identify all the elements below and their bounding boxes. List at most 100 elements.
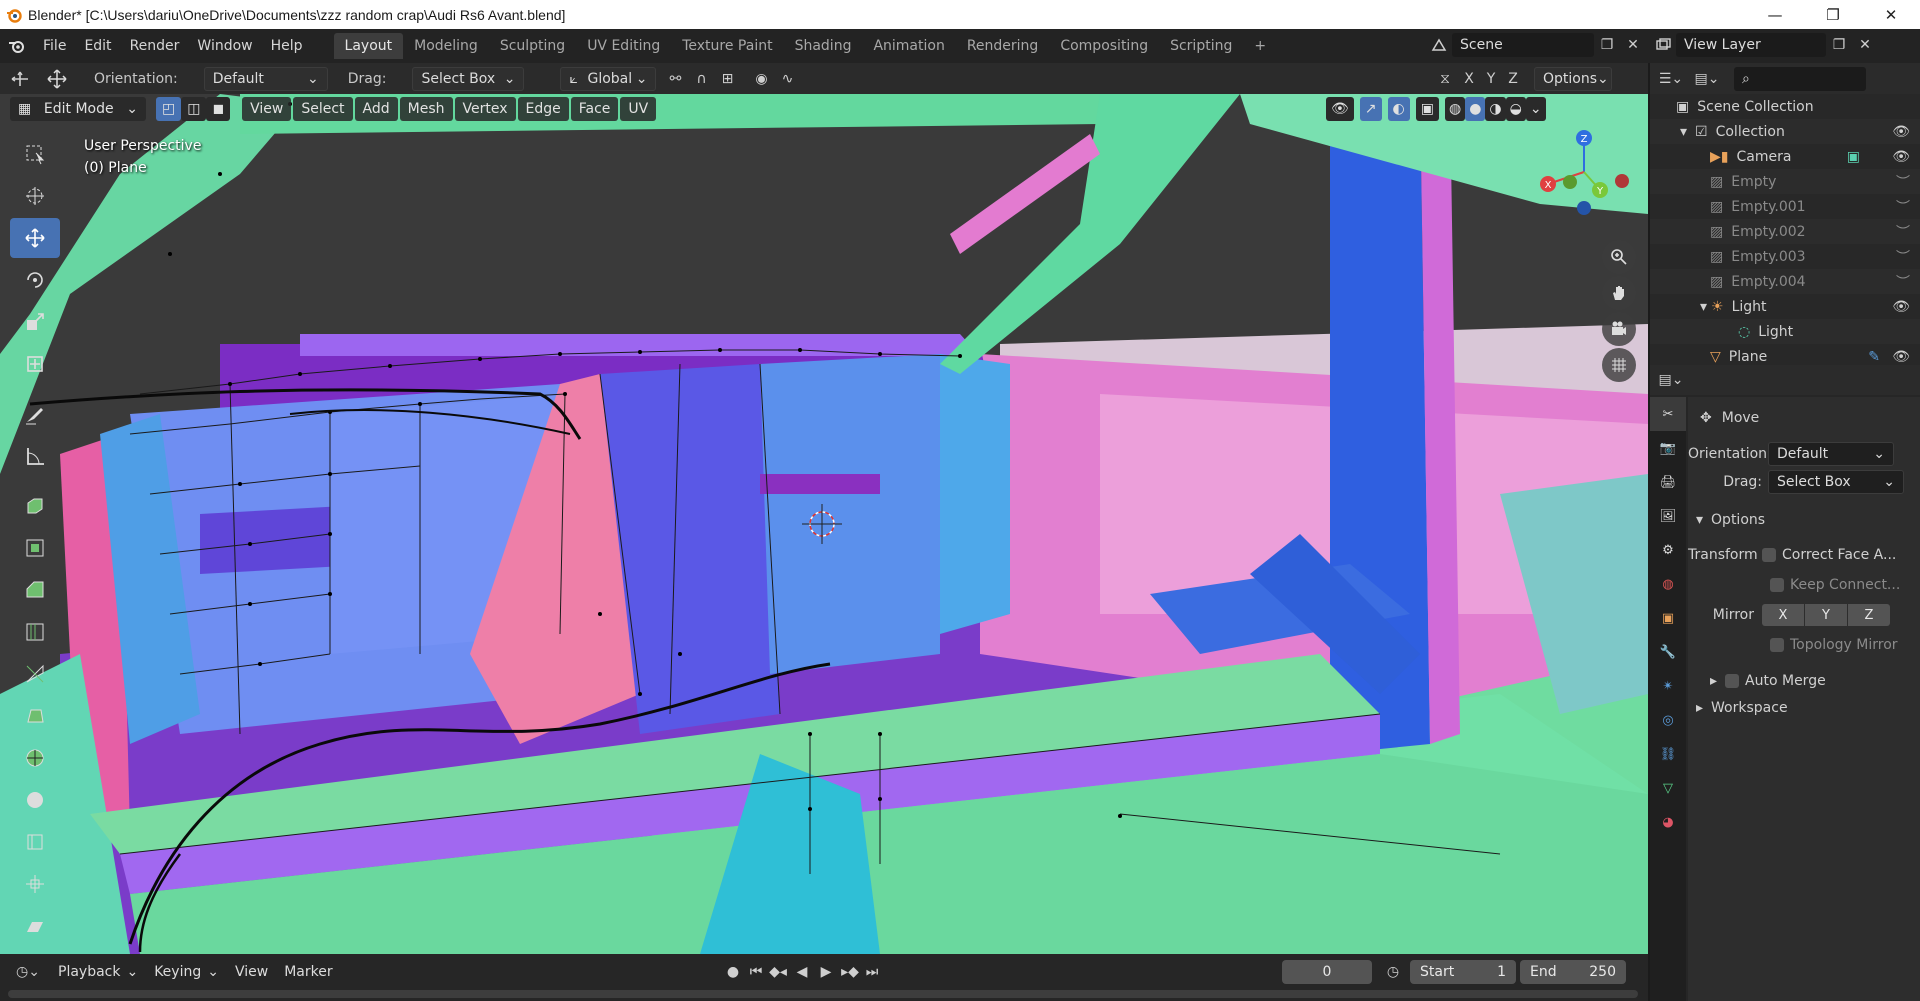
wireframe-shading-icon[interactable]: ◍	[1444, 97, 1466, 121]
bevel-tool[interactable]	[10, 570, 60, 610]
grid-view-icon[interactable]	[1602, 348, 1636, 382]
tab-layout[interactable]: Layout	[333, 33, 404, 59]
tab-rendering[interactable]: Rendering	[956, 33, 1050, 59]
mode-dropdown[interactable]: ▦ Edit Mode ⌄	[10, 97, 146, 121]
drag-prop-dropdown[interactable]: Select Box ⌄	[1768, 470, 1904, 494]
shear-tool[interactable]	[10, 906, 60, 946]
constraints-tab-icon[interactable]: ⛓	[1650, 737, 1686, 771]
cursor-tool[interactable]	[10, 176, 60, 216]
options-dropdown[interactable]: Options ⌄	[1534, 66, 1612, 91]
move-tool[interactable]	[10, 218, 60, 258]
add-workspace-button[interactable]: +	[1243, 33, 1277, 59]
3d-viewport[interactable]: ▦ Edit Mode ⌄ ◰ ◫ ◼ View Select Add Mesh…	[0, 94, 1648, 954]
outliner-row-empty-001[interactable]: ▨ Empty.001 ︶	[1650, 194, 1920, 219]
solid-shading-icon[interactable]: ●	[1465, 97, 1486, 121]
smooth-tool[interactable]	[10, 780, 60, 820]
tab-shading[interactable]: Shading	[784, 33, 863, 59]
visibility-icon[interactable]: 👁	[1326, 97, 1354, 121]
auto-merge-checkbox[interactable]	[1725, 674, 1740, 688]
mesh-data-tab-icon[interactable]: ▽	[1650, 771, 1686, 805]
tab-scripting[interactable]: Scripting	[1159, 33, 1243, 59]
navigation-gizmo[interactable]: Z X Y	[1530, 124, 1640, 224]
outliner-row-empty[interactable]: ▨ Empty ︶	[1650, 169, 1920, 194]
rotate-tool[interactable]	[10, 260, 60, 300]
snap-target-icon[interactable]: ⊞	[714, 67, 740, 91]
display-mode-icon[interactable]: ▤⌄	[1694, 67, 1720, 91]
menu-uv[interactable]: UV	[620, 97, 657, 121]
snap-magnet-icon[interactable]: ∩	[688, 67, 714, 91]
menu-file[interactable]: File	[34, 33, 75, 59]
outliner-row-empty-003[interactable]: ▨ Empty.003 ︶	[1650, 244, 1920, 269]
zoom-icon[interactable]	[1602, 240, 1636, 274]
mirror-y-toggle[interactable]: Y	[1480, 67, 1502, 91]
pan-hand-icon[interactable]	[1602, 276, 1636, 310]
record-icon[interactable]: ●	[720, 960, 746, 984]
transform-tool[interactable]	[10, 344, 60, 384]
rendered-shading-icon[interactable]: ◒	[1505, 97, 1526, 121]
overlay-toggle-icon[interactable]: ◐	[1387, 97, 1410, 121]
new-scene-icon[interactable]: ❐	[1594, 33, 1620, 57]
outliner-row-collection[interactable]: ▾ ☑ Collection 👁	[1650, 119, 1920, 144]
outliner-row-light-data[interactable]: ◌ Light	[1650, 319, 1920, 344]
options-panel-header[interactable]: ▾ Options	[1688, 507, 1920, 533]
eye-icon[interactable]: 👁	[1892, 299, 1910, 315]
object-tab-icon[interactable]: ▣	[1650, 601, 1686, 635]
tab-animation[interactable]: Animation	[862, 33, 955, 59]
vertex-select-icon[interactable]: ◰	[156, 97, 182, 121]
mirror-z-toggle[interactable]: Z	[1502, 67, 1524, 91]
prev-keyframe-icon[interactable]: ◆◂	[766, 960, 790, 984]
marker-menu[interactable]: Marker	[276, 960, 341, 984]
tab-texture-paint[interactable]: Texture Paint	[671, 33, 783, 59]
timeline-scrollbar[interactable]	[8, 990, 1638, 998]
properties-editor-icon[interactable]: ▤⌄	[1658, 368, 1684, 392]
view-layer-icon[interactable]	[1650, 33, 1676, 57]
move-tool-icon[interactable]	[40, 67, 74, 91]
material-shading-icon[interactable]: ◑	[1485, 97, 1506, 121]
minimize-button[interactable]: —	[1746, 0, 1804, 29]
extrude-tool[interactable]	[10, 486, 60, 526]
tab-sculpting[interactable]: Sculpting	[489, 33, 576, 59]
mesh-scene[interactable]	[0, 94, 1648, 954]
close-button[interactable]: ✕	[1862, 0, 1920, 29]
pivot-point-icon[interactable]: ⚯	[662, 67, 688, 91]
playback-menu[interactable]: Playback ⌄	[50, 960, 147, 984]
outliner-row-light[interactable]: ▾ ☀ Light 👁	[1650, 294, 1920, 319]
delete-view-layer-icon[interactable]: ✕	[1852, 33, 1878, 57]
new-view-layer-icon[interactable]: ❐	[1826, 33, 1852, 57]
view-menu[interactable]: View	[226, 960, 277, 984]
select-box-tool[interactable]	[10, 134, 60, 174]
scene-selector-icon[interactable]	[1426, 33, 1452, 57]
camera-view-icon[interactable]	[1602, 312, 1636, 346]
edge-select-icon[interactable]: ◫	[181, 97, 207, 121]
menu-face[interactable]: Face	[570, 97, 619, 121]
camera-data-icon[interactable]: ▣	[1847, 149, 1860, 165]
loop-cut-tool[interactable]	[10, 612, 60, 652]
menu-add[interactable]: Add	[354, 97, 398, 121]
xray-toggle-icon[interactable]: ▣	[1415, 97, 1439, 121]
tab-compositing[interactable]: Compositing	[1049, 33, 1159, 59]
inset-tool[interactable]	[10, 528, 60, 568]
material-tab-icon[interactable]: ◕	[1650, 805, 1686, 839]
play-reverse-icon[interactable]: ◀	[790, 960, 814, 984]
auto-merge-row[interactable]: ▸ Auto Merge	[1688, 669, 1920, 693]
correct-face-checkbox[interactable]	[1762, 548, 1776, 562]
end-frame-field[interactable]: End 250	[1520, 960, 1626, 984]
menu-mesh[interactable]: Mesh	[399, 97, 453, 121]
menu-vertex[interactable]: Vertex	[454, 97, 516, 121]
delete-scene-icon[interactable]: ✕	[1620, 33, 1646, 57]
orientation-prop-dropdown[interactable]: Default ⌄	[1768, 442, 1894, 466]
menu-window[interactable]: Window	[188, 33, 261, 59]
menu-help[interactable]: Help	[262, 33, 312, 59]
eye-icon[interactable]: 👁	[1892, 149, 1910, 165]
physics-tab-icon[interactable]: ◎	[1650, 703, 1686, 737]
outliner-search-input[interactable]: ⌕	[1734, 66, 1866, 91]
scale-tool[interactable]	[10, 302, 60, 342]
jump-end-icon[interactable]: ⏭	[862, 960, 882, 984]
mirror-x-toggle[interactable]: X	[1458, 67, 1480, 91]
proportional-edit-icon[interactable]: ◉	[748, 67, 774, 91]
mirror-icon[interactable]: ⧖	[1432, 67, 1458, 91]
jump-start-icon[interactable]: ⏮	[746, 960, 766, 984]
eye-icon[interactable]: 👁	[1892, 124, 1910, 140]
knife-tool[interactable]	[10, 654, 60, 694]
next-keyframe-icon[interactable]: ▸◆	[838, 960, 862, 984]
